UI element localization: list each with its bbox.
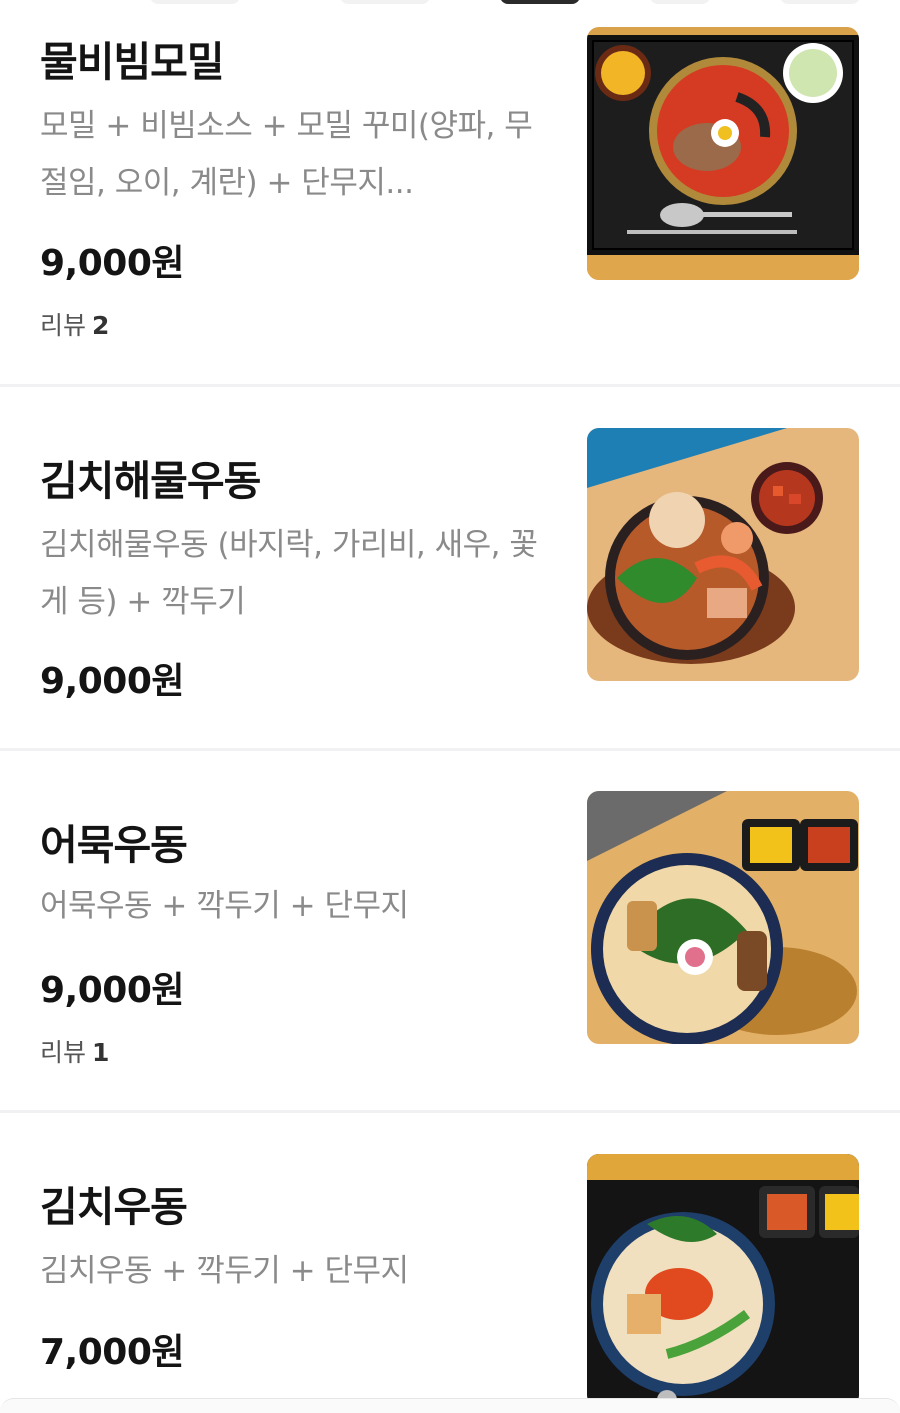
fishcake-udon-photo xyxy=(587,791,859,1044)
kimchi-seafood-udon-photo xyxy=(587,428,859,681)
kimchi-udon-photo xyxy=(587,1154,859,1407)
review-count: 리뷰 2 xyxy=(40,306,109,342)
menu-item-description: 김치우동 + 깍두기 + 단무지 xyxy=(40,1253,409,1289)
menu-item-name: 어묵우동 xyxy=(40,821,188,869)
review-label: 리뷰 xyxy=(40,311,87,340)
menu-item-price: 9,000원 xyxy=(40,661,185,702)
review-label: 리뷰 xyxy=(40,1038,87,1067)
menu-item-description: 모밀 + 비빔소스 + 모밀 꾸미(양파, 무절임, 오이, 계란) + 단무지… xyxy=(40,108,533,201)
menu-item-price: 9,000원 xyxy=(40,243,185,284)
menu-item[interactable]: 어묵우동 어묵우동 + 깍두기 + 단무지 9,000원 리뷰 1 xyxy=(0,751,900,1111)
menu-item-price: 9,000원 xyxy=(40,970,185,1011)
review-count: 리뷰 1 xyxy=(40,1033,109,1069)
menu-item-name: 물비빔모밀 xyxy=(40,38,225,86)
review-number: 1 xyxy=(92,1038,110,1067)
menu-item-price: 7,000원 xyxy=(40,1332,185,1373)
bottom-sheet-handle[interactable] xyxy=(0,1398,900,1413)
menu-item-description: 어묵우동 + 깍두기 + 단무지 xyxy=(40,888,409,924)
menu-item[interactable]: 김치우동 김치우동 + 깍두기 + 단무지 7,000원 xyxy=(0,1113,900,1407)
menu-item[interactable]: 물비빔모밀 모밀 + 비빔소스 + 모밀 꾸미(양파, 무절임, 오이, 계란)… xyxy=(0,0,900,386)
menu-item-name: 김치우동 xyxy=(40,1183,188,1231)
menu-item[interactable]: 김치해물우동 김치해물우동 (바지락, 가리비, 새우, 꽃게 등) + 깍두기… xyxy=(0,387,900,749)
naengmyeon-photo xyxy=(587,27,859,280)
menu-item-description: 김치해물우동 (바지락, 가리비, 새우, 꽃게 등) + 깍두기 xyxy=(40,527,538,620)
menu-item-name: 김치해물우동 xyxy=(40,457,261,505)
review-number: 2 xyxy=(92,311,110,340)
